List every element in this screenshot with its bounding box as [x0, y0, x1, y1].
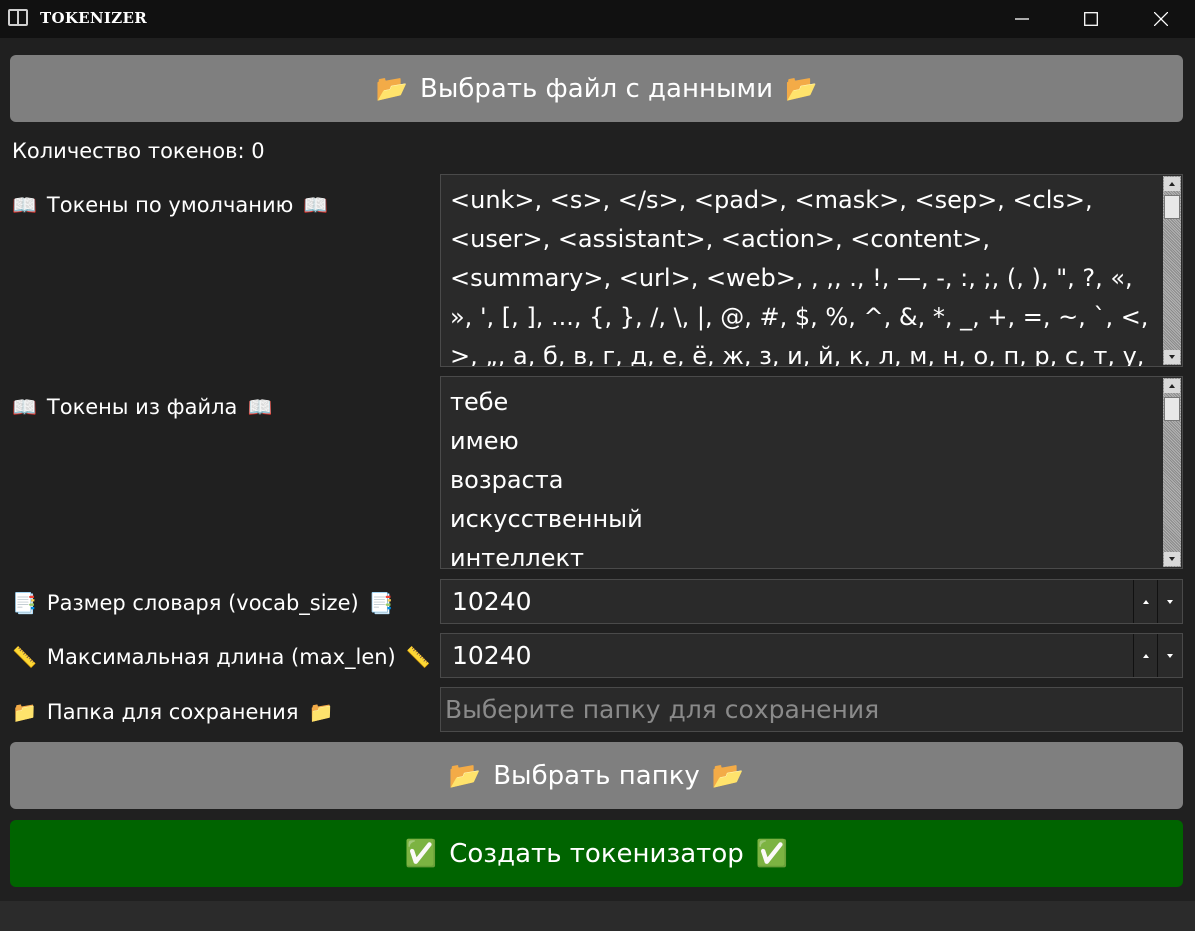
folder-icon: 📁 — [308, 700, 334, 724]
vocab-size-label-text: Размер словаря (vocab_size) — [46, 591, 359, 615]
maximize-button[interactable] — [1068, 0, 1114, 38]
max-len-label-text: Максимальная длина (max_len) — [46, 645, 396, 669]
default-tokens-label-text: Токены по умолчанию — [46, 193, 294, 217]
caret-down-icon — [1167, 653, 1173, 658]
check-mark-icon: ✅ — [404, 838, 438, 869]
vocab-size-spinbox[interactable]: 10240 — [440, 579, 1183, 624]
folder-open-icon: 📂 — [448, 760, 482, 791]
close-button[interactable] — [1138, 0, 1184, 38]
open-book-icon: 📖 — [303, 193, 329, 217]
scroll-up-arrow[interactable] — [1164, 177, 1180, 191]
open-book-icon: 📖 — [247, 395, 273, 419]
close-icon — [1154, 12, 1168, 26]
maximize-icon — [1084, 12, 1098, 26]
max-len-decrement[interactable] — [1157, 634, 1182, 677]
check-mark-icon: ✅ — [755, 838, 789, 869]
select-folder-label: Выбрать папку — [493, 760, 700, 791]
ruler-icon: 📏 — [405, 645, 431, 669]
max-len-increment[interactable] — [1133, 634, 1158, 677]
list-item: имею — [450, 427, 519, 455]
token-count: Количество токенов: 0 — [12, 137, 265, 165]
default-tokens-text: <unk>, <s>, </s>, <pad>, <mask>, <sep>, … — [450, 186, 1149, 367]
vocab-size-decrement[interactable] — [1157, 580, 1182, 623]
folder-open-icon: 📂 — [711, 760, 745, 791]
save-folder-label-text: Папка для сохранения — [46, 700, 299, 724]
caret-up-icon — [1169, 182, 1175, 186]
max-len-spinbox[interactable]: 10240 — [440, 633, 1183, 678]
scroll-thumb[interactable] — [1164, 195, 1180, 219]
save-folder-label: 📁 Папка для сохранения 📁 — [12, 697, 333, 727]
list-item: интеллект — [450, 544, 584, 569]
save-folder-input[interactable] — [440, 687, 1183, 732]
list-item: возраста — [450, 466, 564, 494]
default-tokens-textbox[interactable]: <unk>, <s>, </s>, <pad>, <mask>, <sep>, … — [440, 174, 1183, 367]
scroll-down-arrow[interactable] — [1164, 552, 1180, 566]
max-len-label: 📏 Максимальная длина (max_len) 📏 — [12, 642, 431, 672]
select-folder-button[interactable]: 📂 Выбрать папку 📂 — [10, 742, 1183, 809]
scroll-up-arrow[interactable] — [1164, 379, 1180, 393]
caret-down-icon — [1167, 599, 1173, 604]
vocab-size-label: 📑 Размер словаря (vocab_size) 📑 — [12, 588, 394, 618]
minimize-button[interactable] — [999, 0, 1045, 38]
file-tokens-textbox[interactable]: тебе имею возраста искусственный интелле… — [440, 376, 1183, 569]
select-data-file-button[interactable]: 📂 Выбрать файл с данными 📂 — [10, 55, 1183, 122]
caret-up-icon — [1143, 599, 1149, 604]
file-tokens-label: 📖 Токены из файла 📖 — [12, 392, 272, 422]
token-count-text: Количество токенов: 0 — [12, 139, 265, 163]
bookmark-tabs-icon: 📑 — [368, 591, 394, 615]
max-len-value: 10240 — [452, 641, 532, 670]
folder-open-icon: 📂 — [785, 73, 818, 104]
file-tokens-label-text: Токены из файла — [46, 395, 238, 419]
ruler-icon: 📏 — [12, 645, 37, 669]
scroll-down-arrow[interactable] — [1164, 350, 1180, 364]
title-bar: TOKENIZER — [0, 0, 1195, 38]
bookmark-tabs-icon: 📑 — [12, 591, 37, 615]
caret-down-icon — [1169, 557, 1175, 561]
list-item: искусственный — [450, 505, 643, 533]
vocab-size-value: 10240 — [452, 587, 532, 616]
create-tokenizer-button[interactable]: ✅ Создать токенизатор ✅ — [10, 820, 1183, 887]
caret-up-icon — [1143, 653, 1149, 658]
select-data-file-label: Выбрать файл с данными — [419, 73, 774, 104]
window-title: TOKENIZER — [40, 9, 147, 27]
default-tokens-scrollbar[interactable] — [1163, 176, 1181, 365]
file-tokens-scrollbar[interactable] — [1163, 378, 1181, 567]
vocab-size-increment[interactable] — [1133, 580, 1158, 623]
create-tokenizer-label: Создать токенизатор — [449, 838, 744, 869]
list-item: тебе — [450, 388, 509, 416]
scroll-thumb[interactable] — [1164, 397, 1180, 421]
folder-open-icon: 📂 — [375, 73, 408, 104]
open-book-icon: 📖 — [12, 193, 37, 217]
file-tokens-list: тебе имею возраста искусственный интелле… — [450, 383, 1156, 569]
minimize-icon — [1015, 18, 1029, 20]
folder-icon: 📁 — [12, 700, 37, 724]
default-tokens-label: 📖 Токены по умолчанию 📖 — [12, 190, 328, 220]
open-book-icon: 📖 — [12, 395, 37, 419]
caret-down-icon — [1169, 355, 1175, 359]
caret-up-icon — [1169, 384, 1175, 388]
app-icon — [8, 9, 28, 26]
status-strip — [0, 901, 1195, 931]
